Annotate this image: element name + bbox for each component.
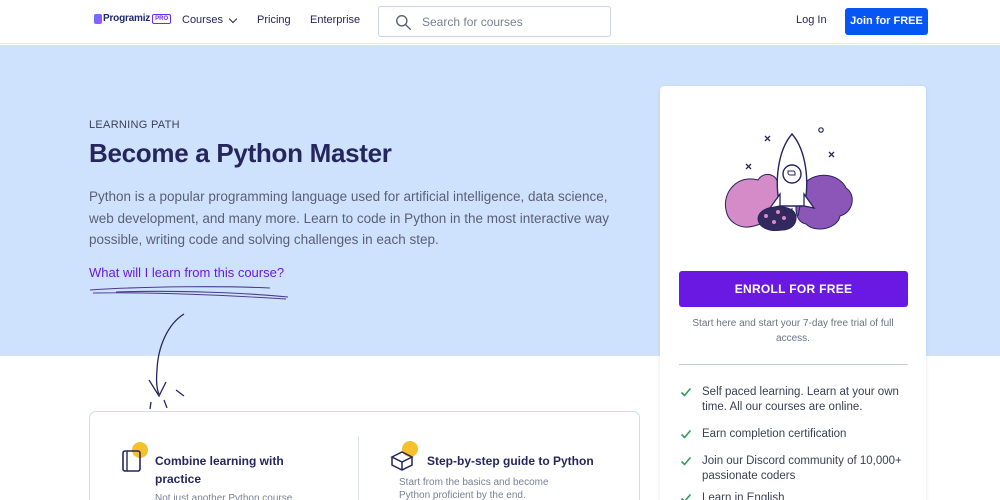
feature-divider — [358, 436, 359, 500]
check-icon — [680, 387, 692, 397]
logo-pro-badge: PRO — [152, 13, 172, 24]
top-nav: Programiz PRO Courses Pricing Enterprise… — [0, 0, 1000, 44]
page-title: Become a Python Master — [89, 138, 392, 168]
logo-mark-icon — [94, 13, 102, 24]
feature-desc-line2: Python proficient by the end. — [399, 490, 526, 500]
trial-note: Start here and start your 7-day free tri… — [692, 318, 894, 344]
cube-icon — [390, 441, 418, 471]
feature-desc: Start from the basics and become — [399, 477, 549, 488]
learn-more-link[interactable]: What will I learn from this course? — [89, 265, 284, 280]
benefit-text: Self paced learning. Learn at your own t… — [702, 386, 899, 413]
search-input[interactable]: Search for courses — [378, 6, 611, 37]
hero-eyebrow: LEARNING PATH — [89, 119, 180, 131]
scribble-underline-icon — [89, 286, 289, 300]
hero-description: Python is a popular programming language… — [89, 189, 610, 247]
nav-pricing[interactable]: Pricing — [257, 14, 291, 26]
nav-enterprise[interactable]: Enterprise — [310, 14, 360, 26]
chevron-down-icon — [228, 14, 238, 23]
enroll-free-button[interactable]: ENROLL FOR FREE — [679, 271, 908, 307]
book-icon — [122, 442, 148, 472]
benefit-text: Earn completion certification — [702, 428, 847, 440]
feature-desc: Not just another Python course — [155, 493, 293, 500]
nav-courses[interactable]: Courses — [182, 14, 238, 26]
programiz-logo[interactable]: Programiz PRO — [94, 13, 172, 24]
feature-title: Combine learning with practice — [155, 454, 284, 486]
check-icon — [680, 429, 692, 439]
card-divider — [679, 364, 908, 365]
rocket-icon — [724, 127, 853, 231]
login-link[interactable]: Log In — [796, 14, 827, 26]
join-free-button[interactable]: Join for FREE — [845, 8, 928, 35]
features-box: Combine learning with practice Not just … — [89, 411, 640, 500]
benefit-text: Learn in English — [702, 492, 785, 500]
search-placeholder: Search for courses — [422, 15, 523, 29]
enroll-card: ENROLL FOR FREE Start here and start you… — [660, 86, 926, 500]
nav-courses-label: Courses — [182, 14, 223, 26]
feature-title: Step-by-step guide to Python — [427, 454, 594, 468]
hand-drawn-arrow-icon — [148, 313, 185, 410]
check-icon — [680, 456, 692, 466]
benefit-text: Join our Discord community of 10,000+ pa… — [702, 455, 902, 482]
search-icon — [396, 15, 411, 30]
check-icon — [680, 493, 692, 500]
logo-text: Programiz — [103, 13, 151, 24]
